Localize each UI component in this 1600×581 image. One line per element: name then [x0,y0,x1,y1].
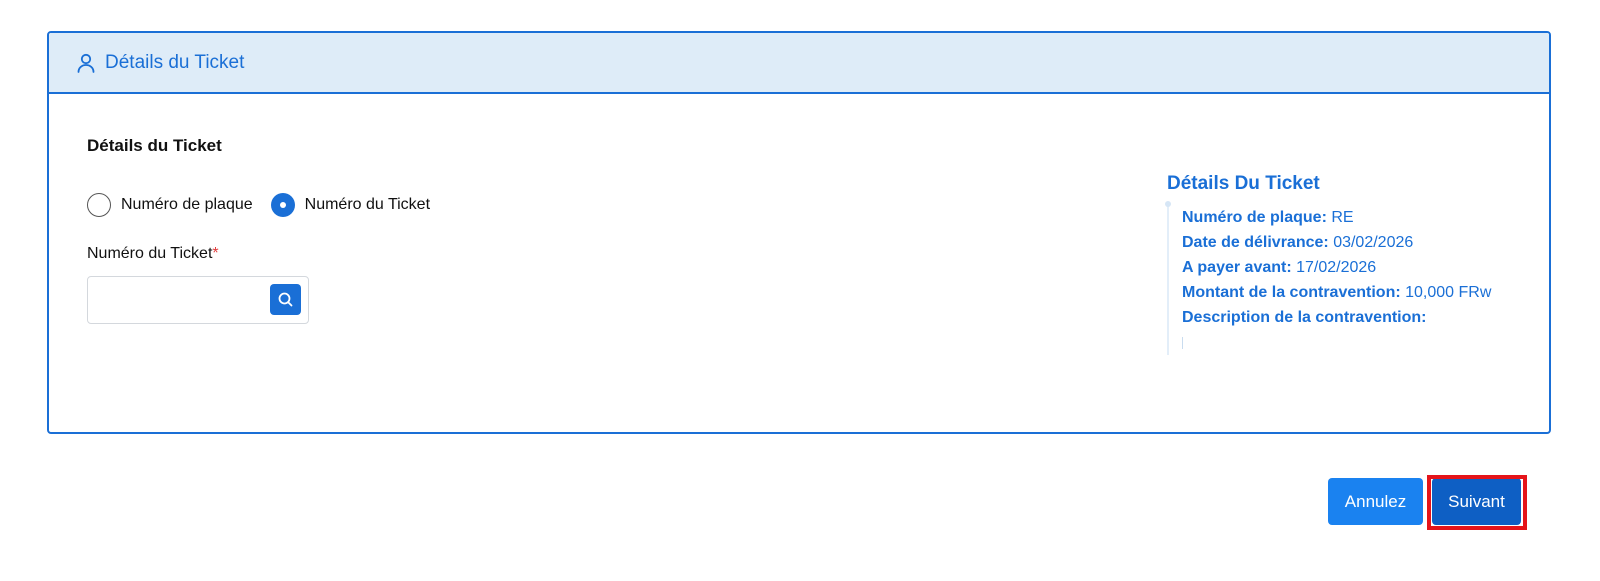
radio-option-ticket-number[interactable]: Numéro du Ticket [270,193,431,217]
ticket-number-search-box [87,276,309,324]
card-header: Détails du Ticket [49,33,1549,94]
detail-key: Description de la contravention: [1182,309,1427,326]
radio-label-plate-number: Numéro de plaque [121,196,253,213]
user-icon [75,52,97,74]
cancel-button[interactable]: Annulez [1328,478,1423,525]
detail-value: 03/02/2026 [1333,234,1414,251]
detail-key: A payer avant: [1182,259,1292,276]
detail-key: Montant de la contravention: [1182,284,1401,301]
ticket-details-card: Détails du Ticket Détails du Ticket Numé… [47,31,1551,434]
detail-due-date: A payer avant: 17/02/2026 [1182,255,1527,280]
ticket-summary-title: Détails Du Ticket [1167,173,1320,194]
card-header-title: Détails du Ticket [105,51,245,73]
detail-description: Description de la contravention: [1182,305,1527,330]
search-type-radio-group: Numéro de plaque Numéro du Ticket [87,193,448,217]
description-placeholder [1182,330,1527,355]
ticket-summary-list: Numéro de plaque: RE Date de délivrance:… [1165,201,1527,355]
next-button[interactable]: Suivant [1432,478,1521,525]
detail-value: 10,000 FRw [1405,284,1492,301]
radio-label-ticket-number: Numéro du Ticket [304,196,431,213]
detail-issue-date: Date de délivrance: 03/02/2026 [1182,230,1527,255]
detail-plate-number: Numéro de plaque: RE [1182,205,1527,230]
detail-value: RE [1331,209,1354,226]
search-button[interactable] [270,284,301,315]
radio-plate-number[interactable] [87,193,111,217]
radio-ticket-number[interactable] [270,193,295,217]
ticket-summary-panel: Détails Du Ticket Numéro de plaque: RE D… [1165,173,1527,355]
detail-key: Date de délivrance: [1182,234,1329,251]
detail-key: Numéro de plaque: [1182,209,1327,226]
ticket-number-label: Numéro du Ticket* [87,245,219,263]
detail-value: 17/02/2026 [1296,259,1377,276]
radio-option-plate-number[interactable]: Numéro de plaque [87,193,253,217]
detail-fine-amount: Montant de la contravention: 10,000 FRw [1182,280,1527,305]
search-icon [277,291,294,308]
required-mark: * [212,245,219,262]
ticket-number-label-text: Numéro du Ticket [87,245,213,262]
ticket-number-input[interactable] [94,283,264,316]
timeline-dot [1165,201,1171,207]
section-title: Détails du Ticket [87,136,222,155]
